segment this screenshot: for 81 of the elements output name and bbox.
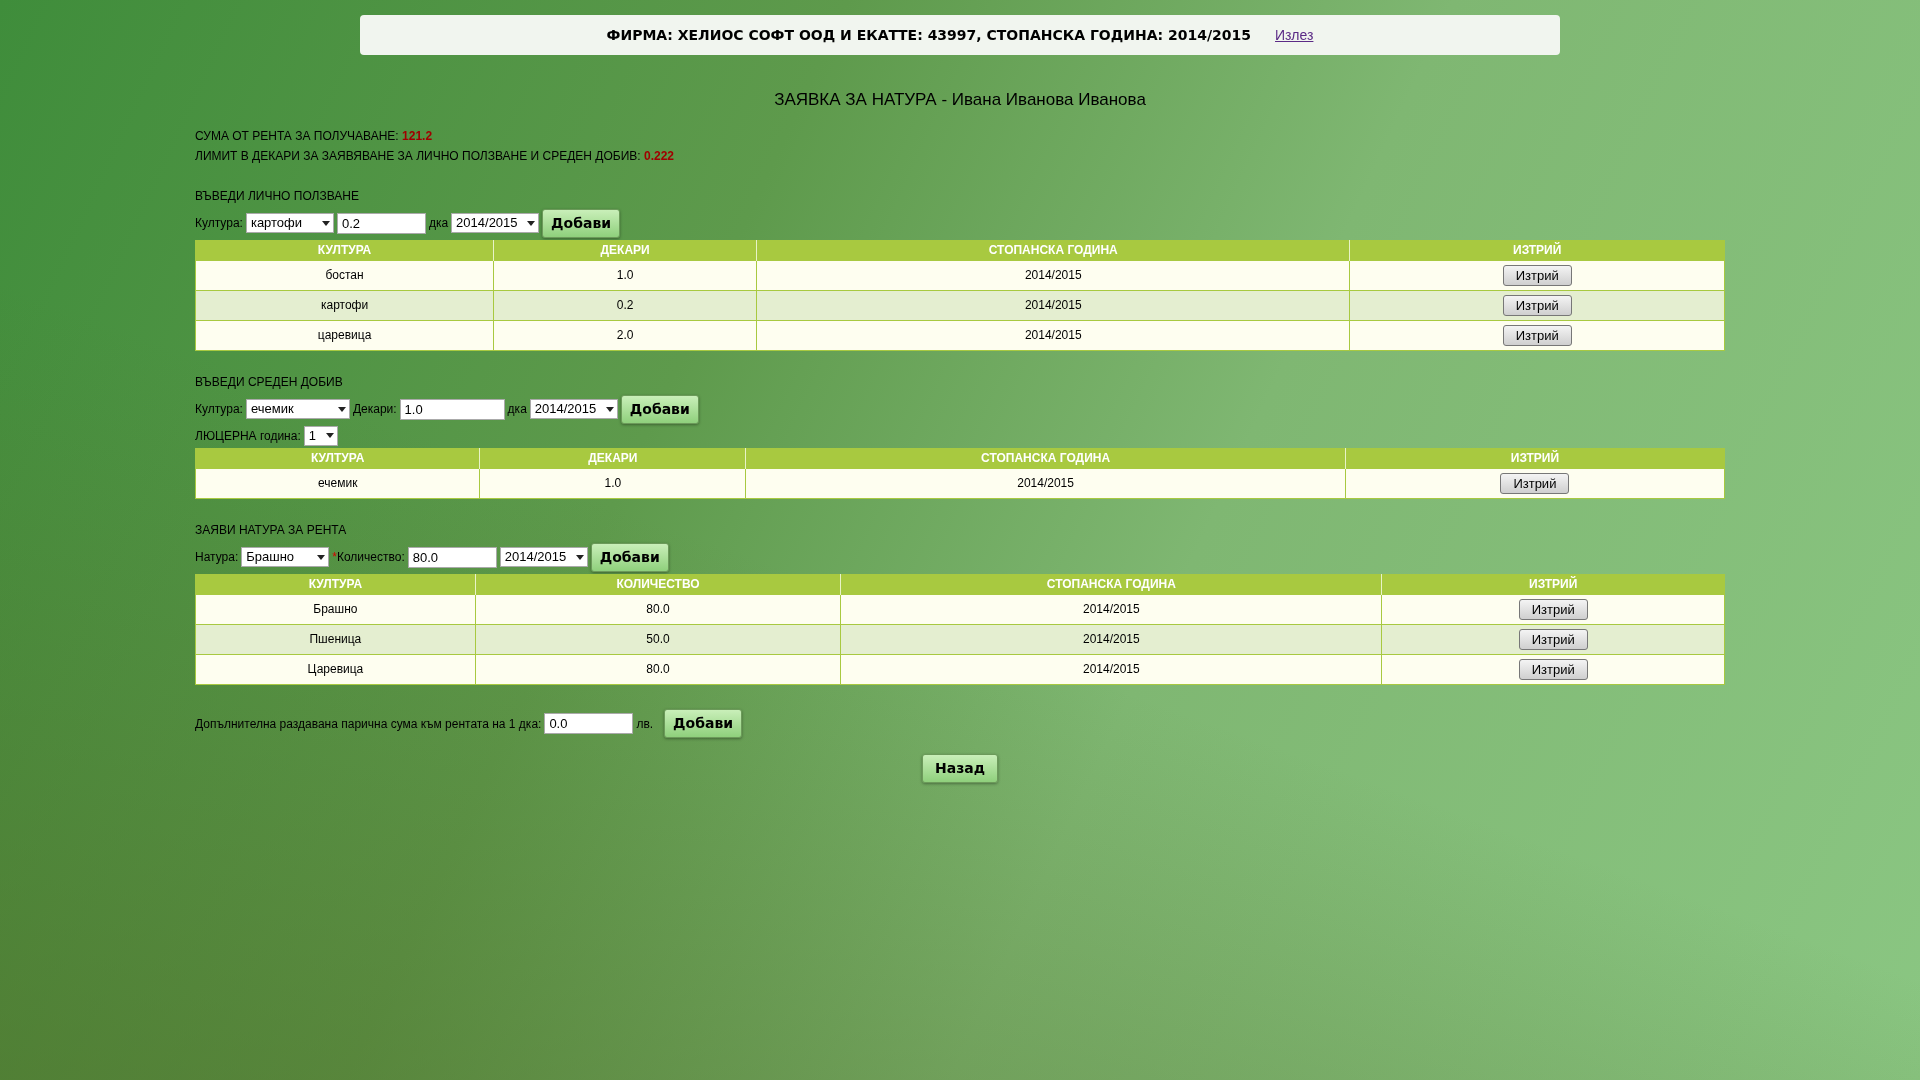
input-field[interactable]: 0.2 [336,212,426,234]
table-cell: ечемик [195,468,480,498]
company-info: ФИРМА: ХЕЛИОС СОФТ ООД И ЕКАТТЕ: 43997, СТОПАНСКА ГОДИНА: 2014/2015 [606,25,1252,45]
column-header: СТОПАНСКА ГОДИНА [756,240,1350,260]
delete-button[interactable]: Изтрий [1500,472,1570,494]
table-cell: 80.0 [475,594,841,624]
section-heading: ЗАЯВИ НАТУРА ЗА РЕНТА [195,521,348,539]
add-button[interactable]: Добави [542,208,621,238]
caret-icon [337,406,346,412]
column-header: КОЛИЧЕСТВО [475,574,841,594]
caret-icon [605,406,614,412]
field-label: Натура: [195,549,239,566]
table-cell: 2.0 [493,320,757,350]
delete-button[interactable]: Изтрий [1518,628,1588,650]
table-cell: 50.0 [475,624,841,654]
table-cell: 2014/2015 [840,594,1382,624]
column-header: СТОПАНСКА ГОДИНА [840,574,1382,594]
field-label: лв. [636,717,654,731]
caret-icon [321,220,330,226]
dropdown[interactable]: Брашно [241,547,330,567]
table-cell: царевица [195,320,494,350]
input-field[interactable]: 1.0 [399,398,505,420]
table-cell: 80.0 [475,654,841,684]
table-cell: 2014/2015 [756,290,1350,320]
dropdown[interactable]: 1 [303,425,338,446]
field-label: Декари: [352,401,397,418]
column-header: КУЛТУРА [195,574,476,594]
field-label: Култура: [195,401,243,418]
field-label: дка [507,401,527,418]
dropdown[interactable]: 2014/2015 [529,399,618,419]
back-button[interactable]: Назад [921,753,999,783]
caret-icon [527,220,536,226]
table-cell: 2014/2015 [745,468,1346,498]
column-header: ИЗТРИЙ [1349,240,1725,260]
column-header: СТОПАНСКА ГОДИНА [745,448,1346,468]
delete-button[interactable]: Изтрий [1502,294,1572,316]
table-cell: 2014/2015 [840,624,1382,654]
section-heading: ВЪВЕДИ СРЕДЕН ДОБИВ [195,373,344,391]
table-cell: картофи [195,290,494,320]
table-cell: 2014/2015 [840,654,1382,684]
section-heading: ВЪВЕДИ ЛИЧНО ПОЛЗВАНЕ [195,187,360,205]
table-cell: Брашно [195,594,476,624]
field-label: Допълнителна раздавана парична сума към рентата на 1 дка: [195,717,542,731]
delete-button[interactable]: Изтрий [1518,598,1588,620]
add-button[interactable]: Добави [620,394,699,424]
dropdown[interactable]: 2014/2015 [499,547,588,567]
field-label: дка [428,215,449,232]
add-button[interactable]: Добави [590,542,669,572]
dropdown[interactable]: 2014/2015 [451,213,540,233]
dropdown[interactable]: ечемик [245,399,350,419]
field-label: *Количество: [332,549,405,566]
delete-button[interactable]: Изтрий [1502,324,1572,346]
table-cell: 2014/2015 [756,260,1350,290]
summary-line: ЛИМИТ В ДЕКАРИ ЗА ЗАЯВЯВАНЕ ЗА ЛИЧНО ПОЛЗВАНЕ И СРЕДЕН ДОБИВ: 0.222 [195,147,675,165]
column-header: КУЛТУРА [195,240,494,260]
delete-button[interactable]: Изтрий [1518,658,1588,680]
delete-button[interactable]: Изтрий [1502,264,1572,286]
table-cell: 1.0 [493,260,757,290]
field-label: ЛЮЦЕРНА година: [195,427,301,445]
caret-icon [325,433,334,438]
column-header: ИЗТРИЙ [1382,574,1725,594]
input-field[interactable]: 0.0 [544,713,634,734]
table-cell: 2014/2015 [756,320,1350,350]
add-button[interactable]: Добави [664,708,743,738]
column-header: ДЕКАРИ [493,240,757,260]
summary-line: СУМА ОТ РЕНТА ЗА ПОЛУЧАВАНЕ: 121.2 [195,127,434,145]
input-field[interactable]: 80.0 [407,546,497,568]
column-header: ИЗТРИЙ [1345,448,1725,468]
dropdown[interactable]: картофи [245,213,334,233]
column-header: ДЕКАРИ [479,448,746,468]
column-header: КУЛТУРА [195,448,480,468]
caret-icon [317,554,326,560]
table-cell: Пшеница [195,624,476,654]
page-title: ЗАЯВКА ЗА НАТУРА - Ивана Иванова Иванова [773,89,1147,111]
table-cell: 1.0 [479,468,746,498]
logout-link[interactable]: Излез [1275,24,1314,46]
caret-icon [575,554,584,560]
table-cell: бостан [195,260,494,290]
table-cell: 0.2 [493,290,757,320]
field-label: Култура: [195,215,243,232]
table-cell: Царевица [195,654,476,684]
